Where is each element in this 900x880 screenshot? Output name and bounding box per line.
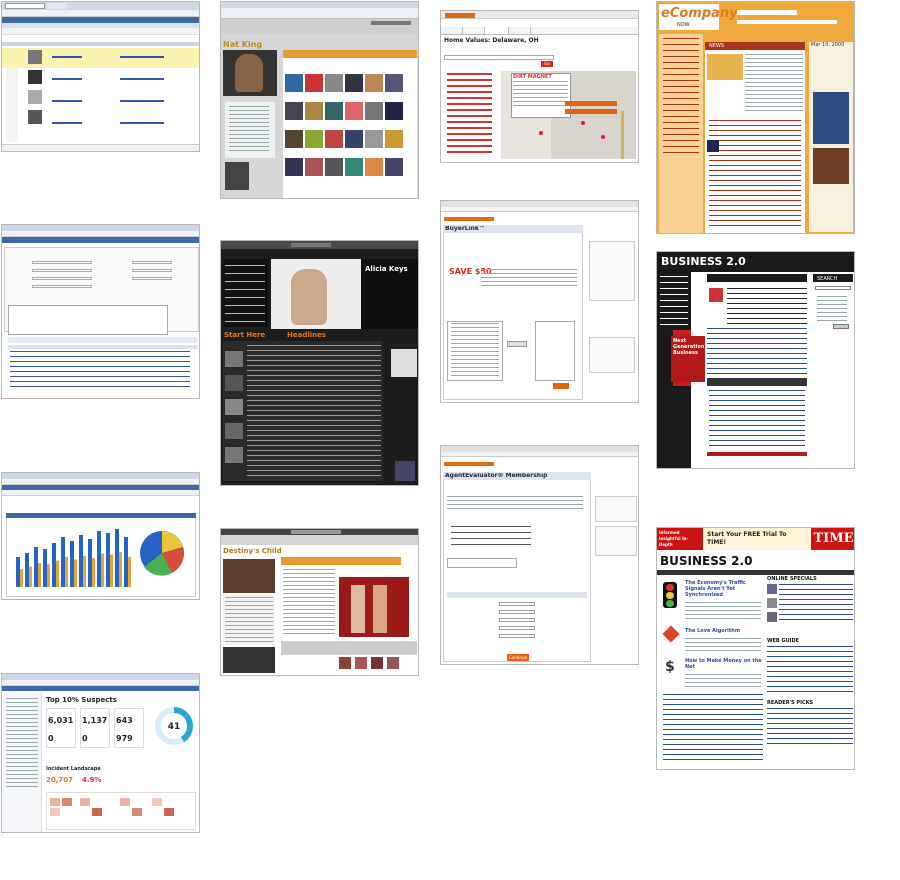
ecompany-sub: NOW — [677, 22, 690, 28]
chart-bar-secondary — [83, 555, 86, 587]
chart-bar — [115, 529, 119, 587]
stat-3: 643 — [116, 716, 133, 725]
bar-chart — [16, 529, 184, 587]
search-label: SEARCH — [817, 276, 838, 282]
chart-bar — [34, 547, 38, 587]
chart-bar-secondary — [47, 564, 50, 587]
thumbnail-brand-protection-form[interactable] — [1, 224, 200, 399]
informed-banner: Informed Insightful In-Depth — [657, 528, 703, 550]
thumbnail-brand-protection-dashboard[interactable]: Top 10% Suspects 6,031 1,137 643 0 0 979… — [1, 673, 200, 833]
chart-bar — [70, 541, 74, 587]
chart-bar — [52, 543, 56, 587]
chart-bar-secondary — [29, 566, 32, 587]
chart-bar-secondary — [101, 553, 104, 587]
thumbnail-destinys-child[interactable]: Destiny's Child — [220, 528, 419, 676]
stat-6: 979 — [116, 734, 133, 743]
readers-picks-heading: READER'S PICKS — [767, 700, 814, 706]
go-button[interactable]: Go — [541, 61, 553, 67]
artist-title: Destiny's Child — [223, 547, 282, 555]
chart-bar — [88, 539, 92, 587]
thumbnail-home-values[interactable]: Home Values: Delaware, OH Go DIRT MAGNET — [440, 10, 639, 163]
chart-bar — [43, 549, 47, 587]
stat-7: 20,707 — [46, 776, 74, 784]
stat-5: 0 — [82, 734, 88, 743]
stat-8: 4.9% — [82, 776, 102, 784]
thumbnail-ecompany[interactable]: eCompany NOW NEWS Mar 10, 2000 — [656, 1, 855, 234]
stat-2: 1,137 — [82, 716, 108, 725]
thumbnail-nat-king-cole[interactable]: Nat King Cole — [220, 1, 419, 199]
chart-bar-secondary — [38, 563, 41, 587]
thumbnail-alicia-keys[interactable]: Alicia Keys Start Here Headlines — [220, 240, 419, 486]
screenshot-grid: Nat King Cole Home Values: Delaware, OH … — [0, 0, 900, 880]
incident-landscape-heading: Incident Landscape — [46, 766, 101, 772]
chart-bar — [124, 537, 128, 587]
thumbnail-business20-b[interactable]: Informed Insightful In-Depth Start Your … — [656, 527, 855, 770]
time-trial-banner: Start Your FREE Trial To TIME! — [703, 528, 811, 550]
stat-4: 0 — [48, 734, 54, 743]
business20-logo: BUSINESS 2.0 — [661, 255, 746, 268]
ecompany-date: Mar 10, 2000 — [811, 42, 845, 48]
start-here-heading: Start Here — [224, 331, 266, 339]
artist-title: Nat King Cole — [223, 40, 263, 58]
time-logo: TIME — [811, 528, 854, 550]
chart-bar — [79, 535, 83, 587]
ecompany-logo: eCompany — [661, 6, 738, 21]
chart-bar-secondary — [56, 560, 59, 587]
artist-name: Alicia Keys — [365, 265, 408, 273]
chart-bar-secondary — [128, 557, 131, 587]
donut-value: 41 — [168, 722, 181, 732]
feature-box: Next Generation Business — [671, 336, 705, 382]
chart-bar — [61, 537, 65, 587]
headline-3[interactable]: How to Make Money on the Net — [685, 658, 765, 672]
dashboard-heading: Top 10% Suspects — [46, 696, 117, 704]
continue-button[interactable]: Continue — [507, 654, 529, 661]
thumbnail-brand-protection-chart[interactable] — [1, 472, 200, 600]
web-guide-heading: WEB GUIDE — [767, 638, 800, 644]
chart-bar — [97, 531, 101, 587]
chart-bar — [106, 533, 110, 587]
chart-bar — [16, 557, 20, 587]
thumbnail-business20-a[interactable]: BUSINESS 2.0 Next Generation Business SE… — [656, 251, 855, 469]
thumbnail-agent-evaluator[interactable]: AgentEvaluator® Membership Continue — [440, 445, 639, 665]
page-title: Home Values: Delaware, OH — [444, 37, 539, 44]
business20-logo: BUSINESS 2.0 — [660, 554, 753, 568]
ecompany-section: NEWS — [709, 43, 725, 49]
headlines-heading: Headlines — [287, 331, 327, 339]
stat-1: 6,031 — [48, 716, 74, 725]
buyerlink-heading: BuyerLink™ — [445, 226, 485, 232]
chart-bar-secondary — [65, 557, 68, 587]
online-specials-heading: ONLINE SPECIALS — [767, 576, 817, 582]
chart-bar-secondary — [110, 554, 113, 587]
map-popup-title: DIRT MAGNET — [513, 74, 552, 80]
chart-bar-secondary — [119, 552, 122, 587]
thumbnail-brand-protection-list[interactable] — [1, 1, 200, 152]
chart-bar — [25, 553, 29, 587]
agent-heading: AgentEvaluator® Membership — [445, 473, 548, 479]
headline-2[interactable]: The Love Algorithm — [685, 628, 765, 636]
chart-bar-secondary — [74, 559, 77, 587]
donut-chart: 41 — [155, 707, 193, 745]
thumbnail-buyerlink[interactable]: BuyerLink™ SAVE $50 — [440, 200, 639, 403]
chart-bar-secondary — [20, 569, 23, 587]
chart-bar-secondary — [92, 558, 95, 587]
